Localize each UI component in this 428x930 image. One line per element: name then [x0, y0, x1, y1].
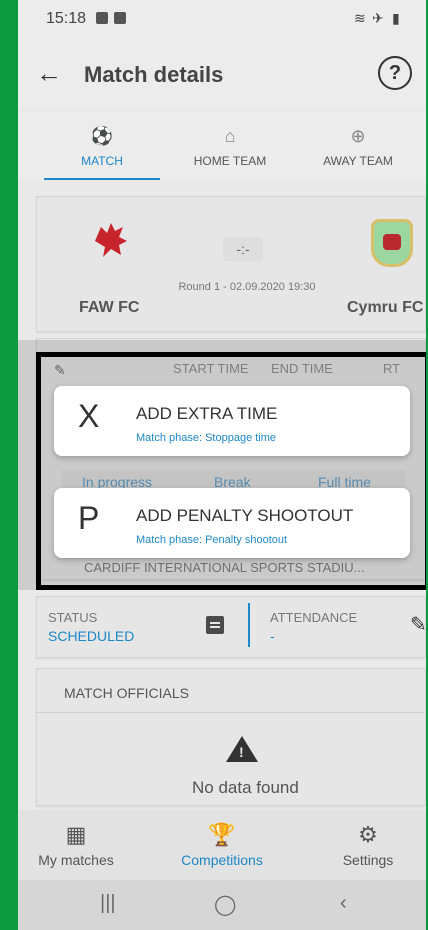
- nav-competitions[interactable]: 🏆 Competitions: [162, 822, 282, 868]
- nav-label: My matches: [38, 852, 114, 868]
- phone-screen: 15:18 ≋ ✈ ▮ ← Match details ? ⚽ MATCH ⌂ …: [18, 0, 426, 930]
- battery-icon: ▮: [392, 10, 400, 26]
- officials-divider: [36, 712, 424, 713]
- attendance-value: -: [270, 628, 275, 644]
- edit-attendance-icon[interactable]: ✎: [410, 612, 426, 637]
- tab-match[interactable]: ⚽ MATCH: [34, 112, 170, 180]
- gallery-notification-icon: [96, 12, 108, 24]
- away-team-name: Cymru FC: [347, 299, 424, 316]
- tab-bar: ⚽ MATCH ⌂ HOME TEAM ⊕ AWAY TEAM: [18, 112, 426, 180]
- away-team-crest-icon: [371, 219, 413, 267]
- app-bar: ← Match details ?: [18, 40, 426, 110]
- tab-home-team[interactable]: ⌂ HOME TEAM: [162, 112, 298, 180]
- trophy-icon: 🏆: [208, 822, 236, 847]
- pitch-icon: ▦: [65, 822, 87, 847]
- gear-icon: ⚙: [358, 822, 378, 847]
- officials-title: MATCH OFFICIALS: [64, 685, 189, 701]
- menu-subtitle: Match phase: Stoppage time: [136, 432, 277, 444]
- warning-mark: !: [239, 744, 244, 760]
- home-team-name: FAW FC: [79, 299, 140, 316]
- match-card: -:- Round 1 - 02.09.2020 19:30 FAW FC Cy…: [36, 196, 426, 332]
- round-info: Round 1 - 02.09.2020 19:30: [178, 281, 316, 293]
- nav-label: Competitions: [181, 852, 263, 868]
- menu-subtitle: Match phase: Penalty shootout: [136, 534, 288, 546]
- calendar-icon[interactable]: [206, 616, 224, 634]
- status-value: SCHEDULED: [48, 628, 135, 644]
- recent-apps-icon[interactable]: |||: [100, 892, 116, 915]
- status-divider: [248, 603, 250, 647]
- help-icon[interactable]: ?: [378, 56, 412, 90]
- nav-label: Settings: [342, 852, 394, 868]
- menu-title: ADD PENALTY SHOOTOUT: [136, 506, 354, 525]
- add-penalty-shootout-item[interactable]: P ADD PENALTY SHOOTOUT Match phase: Pena…: [54, 488, 410, 558]
- plane-icon: ⊕: [350, 126, 366, 146]
- tab-away-team[interactable]: ⊕ AWAY TEAM: [290, 112, 426, 180]
- wifi-icon: ≋: [354, 10, 366, 26]
- nav-settings[interactable]: ⚙ Settings: [308, 822, 426, 868]
- tab-label: AWAY TEAM: [323, 154, 393, 168]
- back-chevron-icon[interactable]: ‹: [340, 892, 347, 915]
- soccer-ball-icon: ⚽: [90, 126, 114, 146]
- no-data-text: No data found: [192, 778, 299, 797]
- nav-my-matches[interactable]: ▦ My matches: [18, 822, 136, 868]
- attendance-label: ATTENDANCE: [270, 610, 358, 625]
- home-team-crest-icon: [95, 223, 127, 257]
- page-title: Match details: [84, 62, 224, 87]
- menu-letter: X: [78, 398, 100, 434]
- match-score: -:-: [223, 237, 263, 261]
- active-tab-indicator: [44, 178, 160, 180]
- app-notification-icon: [114, 12, 126, 24]
- tab-label: HOME TEAM: [193, 154, 267, 168]
- home-icon: ⌂: [224, 126, 236, 146]
- status-card: [36, 596, 426, 658]
- status-label: STATUS: [48, 610, 98, 625]
- add-extra-time-item[interactable]: X ADD EXTRA TIME Match phase: Stoppage t…: [54, 386, 410, 456]
- home-circle-icon[interactable]: ◯: [214, 892, 236, 917]
- status-bar: 15:18 ≋ ✈ ▮: [18, 0, 426, 40]
- airplane-icon: ✈: [372, 10, 384, 26]
- back-arrow-icon[interactable]: ←: [36, 58, 62, 89]
- status-time: 15:18: [46, 10, 87, 27]
- menu-title: ADD EXTRA TIME: [136, 404, 278, 423]
- tab-label: MATCH: [81, 154, 123, 168]
- menu-letter: P: [78, 500, 100, 536]
